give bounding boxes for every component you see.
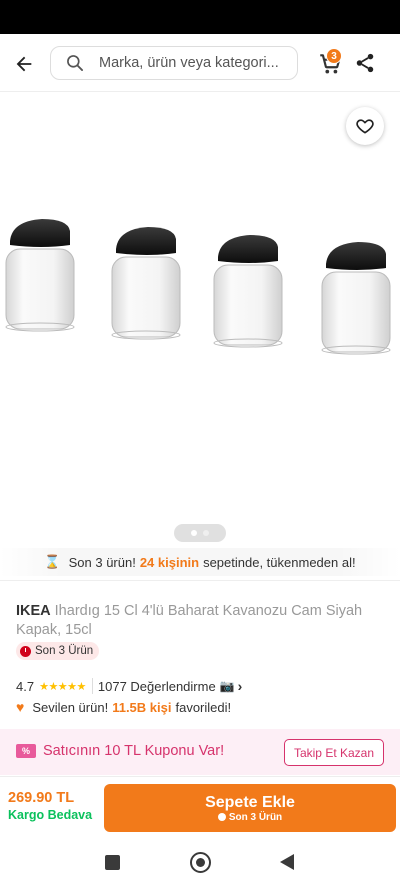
favorite-button[interactable]	[346, 107, 384, 145]
product-brand[interactable]: IKEA	[16, 603, 51, 619]
pagination-dot[interactable]	[203, 530, 209, 536]
product-image	[5, 219, 391, 355]
stock-urgency-banner: ⌛ Son 3 ürün! 24 kişinin sepetinde, tüke…	[0, 548, 400, 576]
percent-coupon-icon: %	[16, 744, 36, 758]
arrow-left-icon	[16, 56, 32, 72]
camera-icon: 📷	[219, 679, 235, 693]
divider	[0, 580, 400, 581]
cart-count-badge: 3	[326, 48, 342, 64]
gallery-pagination[interactable]	[174, 524, 226, 542]
divider	[91, 678, 93, 694]
product-title: IKEA Ihardıg 15 Cl 4'lü Baharat Kavanozu …	[16, 602, 386, 640]
home-dot-icon	[196, 858, 205, 867]
back-button[interactable]	[10, 50, 38, 78]
low-stock-badge: Son 3 Ürün	[16, 642, 100, 660]
product-image-gallery[interactable]	[0, 93, 400, 545]
stock-prefix: Son 3 ürün!	[68, 554, 136, 570]
follow-earn-button[interactable]: Takip Et Kazan	[284, 739, 384, 766]
free-shipping-label: Kargo Bedava	[8, 808, 93, 822]
stock-suffix: sepetinde, tükenmeden al!	[203, 554, 356, 570]
favorites-count: 11.5B kişi	[112, 699, 172, 715]
spice-jar-4	[321, 242, 391, 355]
add-to-cart-button[interactable]: Sepete Ekle Son 3 Ürün	[104, 784, 396, 832]
spice-jar-1	[5, 219, 75, 332]
favorites-suffix: favoriledi!	[175, 699, 232, 715]
review-count[interactable]: 1077 Değerlendirme	[98, 679, 216, 694]
status-bar	[0, 0, 400, 34]
heart-filled-icon: ♥	[16, 699, 25, 715]
rating-score: 4.7	[16, 678, 35, 694]
clock-icon	[20, 645, 31, 657]
recents-button[interactable]	[105, 855, 120, 870]
home-button[interactable]	[190, 852, 211, 873]
spice-jar-3	[213, 235, 283, 348]
search-icon	[67, 55, 84, 72]
product-name: Ihardıg 15 Cl 4'lü Baharat Kavanozu Cam …	[16, 603, 363, 638]
hourglass-icon: ⌛	[44, 554, 61, 569]
star-rating: ★★★★★	[39, 680, 86, 693]
chevron-right-icon: ›	[237, 678, 243, 694]
search-input[interactable]: Marka, ürün veya kategori...	[50, 46, 298, 80]
clock-icon	[217, 813, 226, 821]
share-button[interactable]	[354, 52, 378, 76]
stock-highlight: 24 kişinin	[139, 554, 200, 570]
system-back-button[interactable]	[280, 854, 294, 870]
search-placeholder: Marka, ürün veya kategori...	[99, 55, 279, 71]
spice-jar-2	[111, 227, 181, 340]
heart-outline-icon	[356, 119, 374, 134]
pagination-dot-active[interactable]	[191, 530, 197, 536]
share-icon	[356, 53, 374, 73]
favorites-prefix: Sevilen ürün!	[32, 699, 109, 715]
price: 269.90 TL	[8, 790, 75, 806]
rating-row[interactable]: 4.7 ★★★★★ 1077 Değerlendirme 📷 ›	[16, 677, 242, 695]
add-to-cart-sublabel: Son 3 Ürün	[217, 811, 283, 823]
low-stock-label: Son 3 Ürün	[35, 645, 94, 657]
add-to-cart-label: Sepete Ekle	[205, 793, 295, 811]
coupon-text: Satıcının 10 TL Kuponu Var!	[43, 743, 225, 759]
add-to-cart-stock: Son 3 Ürün	[228, 811, 283, 823]
favorites-info: ♥ Sevilen ürün! 11.5B kişi favoriledi!	[16, 698, 231, 716]
